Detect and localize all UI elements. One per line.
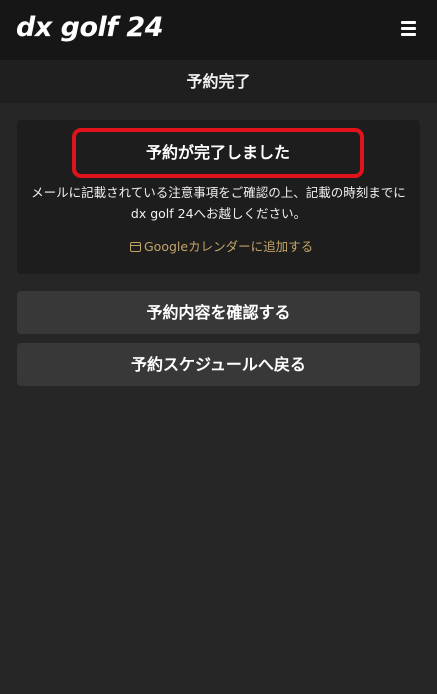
completion-message: 予約が完了しました (72, 128, 364, 178)
logo[interactable]: dx golf 24 (16, 10, 164, 46)
page-title: 予約完了 (0, 60, 437, 103)
hamburger-menu-icon[interactable] (398, 17, 420, 39)
add-to-google-calendar-link[interactable]: Googleカレンダーに追加する (130, 237, 313, 257)
calendar-icon (130, 242, 141, 252)
notice-line-1: メールに記載されている注意事項をご確認の上、記載の時刻までに (31, 185, 406, 200)
back-to-schedule-button[interactable]: 予約スケジュールへ戻る (17, 343, 420, 386)
top-bar: dx golf 24 (0, 0, 437, 60)
completion-card: 予約が完了しました メールに記載されている注意事項をご確認の上、記載の時刻までに… (17, 120, 420, 274)
google-calendar-link-label: Googleカレンダーに追加する (144, 239, 314, 254)
completion-notice: メールに記載されている注意事項をご確認の上、記載の時刻までに dx golf 2… (17, 182, 420, 224)
notice-line-2: dx golf 24へお越しください。 (130, 206, 307, 221)
view-reservation-button[interactable]: 予約内容を確認する (17, 291, 420, 334)
